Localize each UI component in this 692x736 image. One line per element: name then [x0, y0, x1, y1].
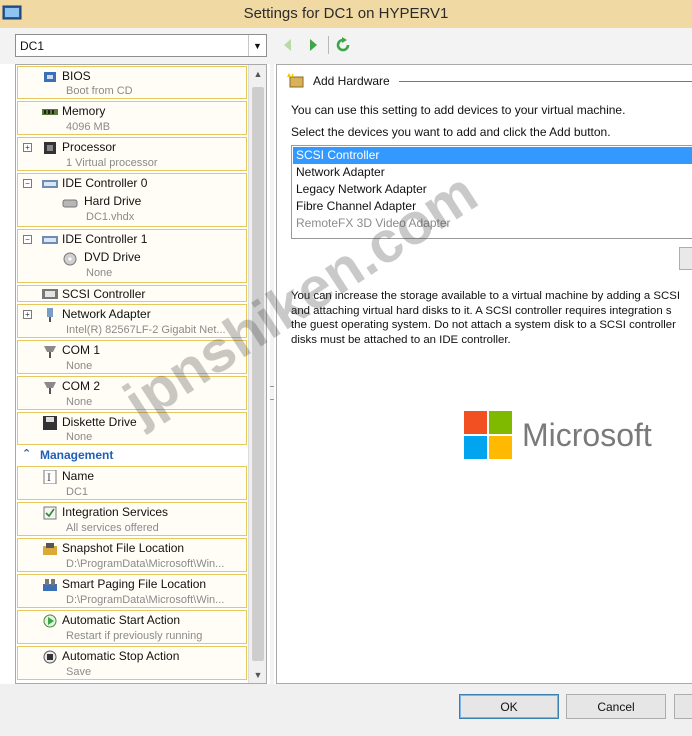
apply-button[interactable]	[674, 694, 692, 719]
collapse-icon[interactable]: −	[23, 179, 32, 188]
auto-stop-icon	[43, 650, 57, 664]
panel-splitter[interactable]	[270, 64, 274, 684]
vm-selector-value: DC1	[20, 39, 45, 53]
section-divider	[399, 81, 692, 82]
dvd-drive-icon	[63, 252, 77, 266]
tree-item-ide-controller-1[interactable]: − IDE Controller 1 DVD Drive None	[17, 229, 247, 283]
auto-start-icon	[43, 614, 57, 628]
add-hardware-icon	[287, 73, 304, 88]
intro-text: You can use this setting to add devices …	[291, 103, 626, 117]
logo-square-red	[464, 411, 487, 434]
tree-item-com-2[interactable]: COM 2 None	[17, 376, 247, 410]
com-port-icon	[44, 382, 56, 394]
bios-icon	[44, 72, 56, 82]
tree-item-dvd-drive[interactable]: DVD Drive None	[56, 250, 236, 282]
tree-item-network-adapter[interactable]: + Network Adapter Intel(R) 82567LF-2 Gig…	[17, 304, 247, 338]
microsoft-logo-text: Microsoft	[522, 417, 652, 453]
hardware-tree: BIOS Boot from CD Memory 4096 MB + Proce…	[15, 64, 267, 684]
scroll-up-icon[interactable]: ▲	[249, 65, 266, 82]
tree-item-name[interactable]: I Name DC1	[17, 466, 247, 500]
device-option-remotefx-3d-video-adapter: RemoteFX 3D Video Adapter	[296, 216, 451, 230]
tree-item-diskette-drive[interactable]: Diskette Drive None	[17, 412, 247, 445]
cancel-button[interactable]: Cancel	[566, 694, 666, 719]
back-arrow-icon[interactable]	[280, 37, 296, 53]
tree-item-smart-paging-file-location[interactable]: Smart Paging File Location D:\ProgramDat…	[17, 574, 247, 608]
tree-item-processor[interactable]: + Processor 1 Virtual processor	[17, 137, 247, 171]
toolbar-separator	[328, 36, 329, 54]
collapse-icon[interactable]: −	[23, 235, 32, 244]
management-section-header[interactable]: ⌃ Management	[18, 446, 246, 464]
device-description: You can increase the storage available t…	[291, 290, 680, 346]
toolbar: DC1 ▼	[0, 28, 692, 64]
forward-arrow-icon[interactable]	[305, 37, 321, 53]
integration-services-icon	[43, 506, 57, 520]
name-icon: I	[43, 470, 57, 484]
logo-square-yellow	[489, 436, 512, 459]
tree-item-bios[interactable]: BIOS Boot from CD	[17, 66, 247, 99]
refresh-icon[interactable]	[335, 37, 351, 53]
logo-square-green	[489, 411, 512, 434]
diskette-icon	[43, 416, 57, 430]
add-button[interactable]	[679, 247, 692, 270]
snapshot-icon	[43, 543, 57, 555]
settings-content-panel: Add Hardware You can use this setting to…	[276, 64, 692, 684]
network-adapter-icon	[47, 308, 53, 322]
splitter-grip-icon[interactable]	[270, 386, 274, 400]
tree-item-automatic-stop-action[interactable]: Automatic Stop Action Save	[17, 646, 247, 680]
device-option-fibre-channel-adapter[interactable]: Fibre Channel Adapter	[293, 198, 692, 215]
hard-drive-icon	[62, 199, 78, 208]
instruction-text: Select the devices you want to add and c…	[291, 125, 611, 139]
vm-selector-dropdown[interactable]: DC1 ▼	[15, 34, 267, 57]
tree-item-hard-drive[interactable]: Hard Drive DC1.vhdx	[56, 194, 236, 226]
chevron-up-icon[interactable]: ⌃	[22, 447, 31, 460]
tree-item-scsi-controller[interactable]: SCSI Controller	[17, 285, 247, 302]
device-option-legacy-network-adapter[interactable]: Legacy Network Adapter	[293, 181, 692, 198]
add-hardware-header: Add Hardware	[287, 71, 692, 91]
title-bar: Settings for DC1 on HYPERV1	[0, 0, 692, 28]
dialog-button-bar: OK Cancel	[0, 684, 692, 736]
device-option-network-adapter[interactable]: Network Adapter	[293, 164, 692, 181]
section-title: Add Hardware	[313, 74, 390, 88]
expand-icon[interactable]: +	[23, 310, 32, 319]
ok-button[interactable]: OK	[459, 694, 559, 719]
smart-paging-icon	[43, 579, 57, 591]
tree-item-integration-services[interactable]: Integration Services All services offere…	[17, 502, 247, 536]
scroll-down-icon[interactable]: ▼	[249, 666, 266, 683]
tree-item-memory[interactable]: Memory 4096 MB	[17, 101, 247, 135]
expand-icon[interactable]: +	[23, 143, 32, 152]
window-title: Settings for DC1 on HYPERV1	[243, 5, 449, 22]
tree-item-automatic-start-action[interactable]: Automatic Start Action Restart if previo…	[17, 610, 247, 644]
ide-controller-icon	[42, 180, 58, 188]
memory-icon	[42, 109, 58, 115]
com-port-icon	[44, 346, 56, 358]
scrollbar-thumb[interactable]	[252, 87, 264, 661]
microsoft-logo: Microsoft	[464, 411, 692, 461]
scsi-icon	[42, 289, 58, 299]
tree-item-com-1[interactable]: COM 1 None	[17, 340, 247, 374]
chevron-down-icon[interactable]: ▼	[248, 35, 266, 56]
device-option-scsi-controller[interactable]: SCSI Controller	[293, 147, 692, 164]
tree-scrollbar[interactable]: ▲ ▼	[248, 65, 266, 683]
tree-item-snapshot-file-location[interactable]: Snapshot File Location D:\ProgramData\Mi…	[17, 538, 247, 572]
device-listbox[interactable]: SCSI Controller Network Adapter Legacy N…	[291, 145, 692, 239]
svg-text:I: I	[47, 473, 51, 484]
ide-controller-icon	[42, 236, 58, 244]
logo-square-blue	[464, 436, 487, 459]
processor-icon	[44, 142, 56, 154]
tree-item-ide-controller-0[interactable]: − IDE Controller 0 Hard Drive DC1.vhdx	[17, 173, 247, 227]
